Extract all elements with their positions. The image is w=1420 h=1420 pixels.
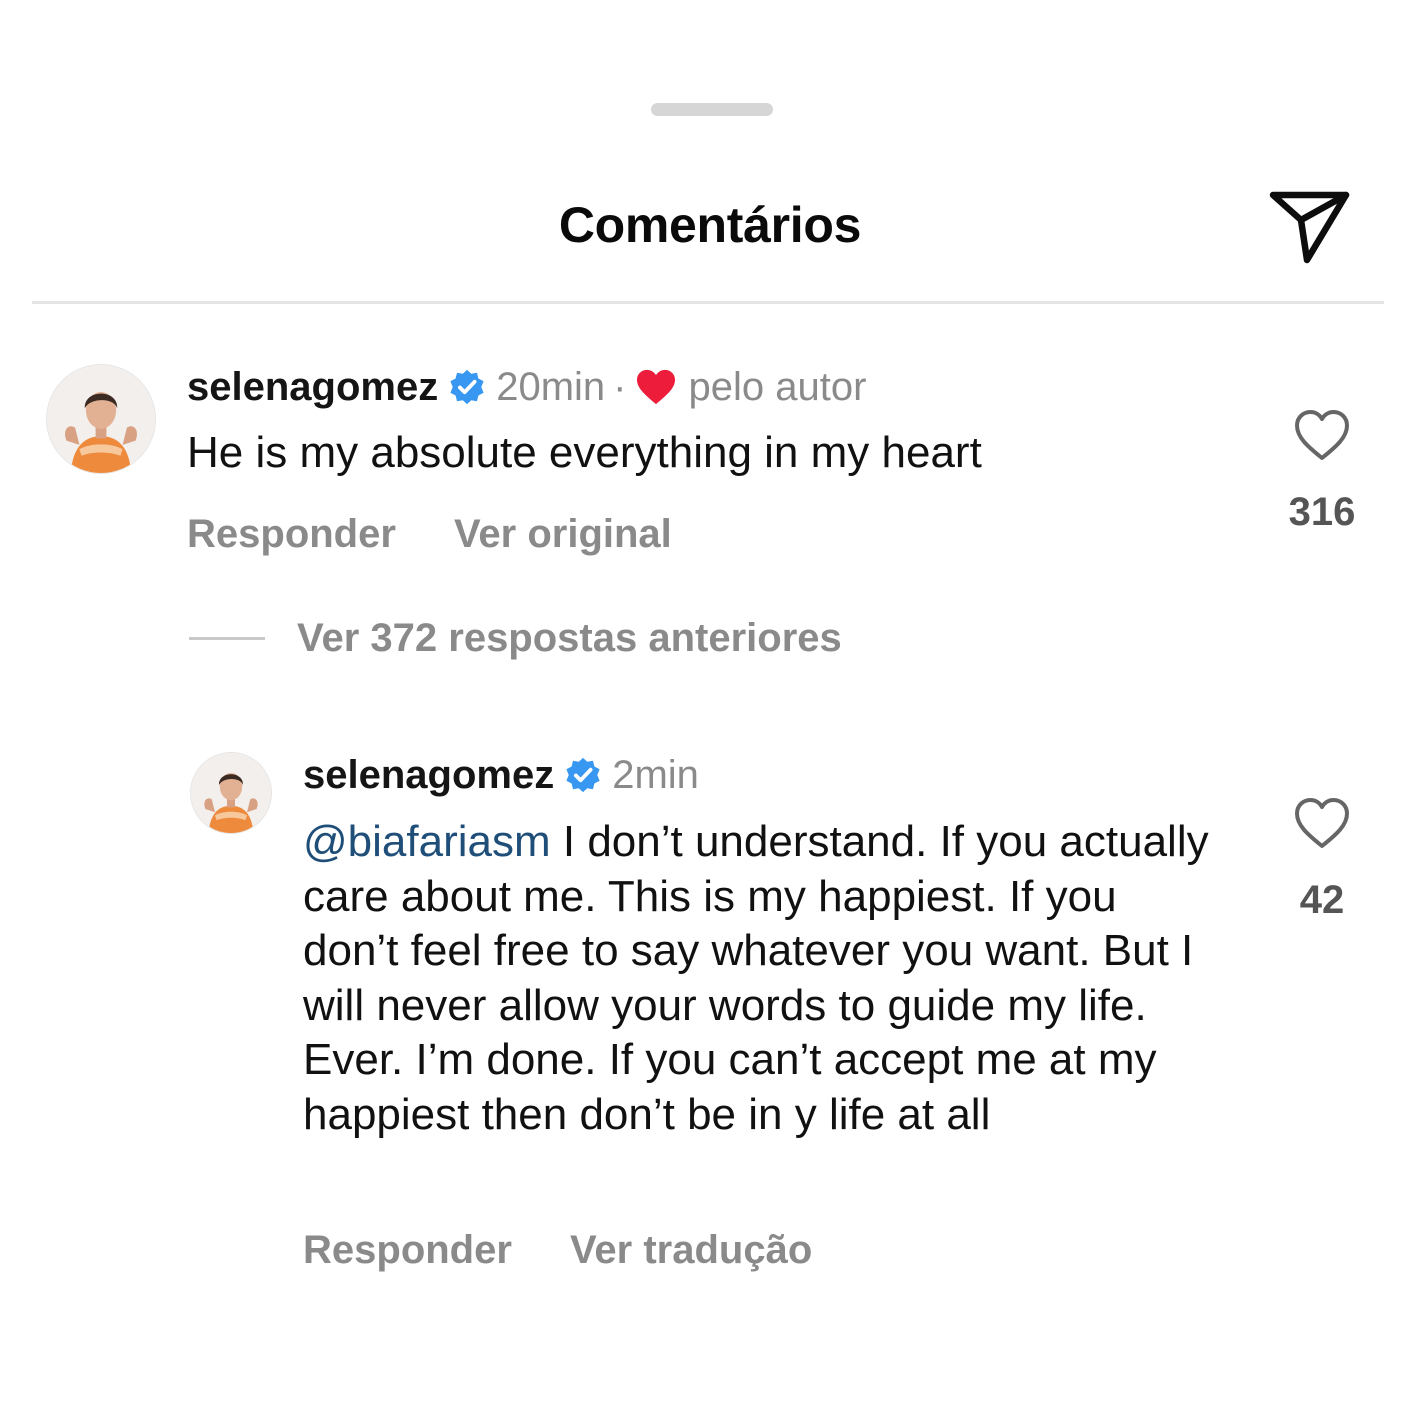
verified-badge-icon <box>448 368 486 406</box>
reply-like-column: 42 <box>1262 796 1382 923</box>
liked-by-author-label: pelo autor <box>688 365 867 409</box>
meta-separator: · <box>613 365 627 409</box>
like-button[interactable] <box>1293 408 1351 462</box>
comment-time: 20min <box>496 365 606 409</box>
reply-actions: Responder Ver tradução <box>303 1228 812 1273</box>
like-count: 42 <box>1299 878 1345 922</box>
reply-meta: selenagomez 2min <box>303 752 699 798</box>
view-previous-replies-button[interactable]: Ver 372 respostas anteriores <box>189 616 842 661</box>
profile-photo <box>191 753 271 833</box>
view-original-button[interactable]: Ver original <box>454 512 672 557</box>
reply-avatar[interactable] <box>190 752 272 834</box>
verified-badge-icon <box>564 756 602 794</box>
comment-text: He is my absolute everything in my heart <box>187 428 982 477</box>
comment-actions: Responder Ver original <box>187 512 672 557</box>
share-button[interactable] <box>1266 186 1352 266</box>
heart-outline-icon <box>1295 410 1349 460</box>
like-count: 316 <box>1288 490 1356 534</box>
like-button[interactable] <box>1293 796 1351 850</box>
mention-link[interactable]: @biafariasm <box>303 817 551 866</box>
reply-button[interactable]: Responder <box>187 512 396 557</box>
view-previous-replies-label: Ver 372 respostas anteriores <box>297 616 842 660</box>
reply-username[interactable]: selenagomez <box>303 752 554 798</box>
see-translation-button[interactable]: Ver tradução <box>570 1228 812 1273</box>
heart-outline-icon <box>1295 798 1349 848</box>
comment-meta: selenagomez 20min · pelo autor <box>187 364 866 410</box>
author-liked-heart-icon <box>635 368 677 406</box>
reply-text: @biafariasm I don’t understand. If you a… <box>303 815 1223 1142</box>
reply-thread-line <box>189 637 265 640</box>
header-divider <box>32 301 1384 304</box>
username[interactable]: selenagomez <box>187 364 438 410</box>
sheet-drag-handle[interactable] <box>651 103 773 116</box>
profile-photo <box>47 365 155 473</box>
avatar[interactable] <box>46 364 156 474</box>
sheet-title: Comentários <box>558 197 862 253</box>
send-paper-plane-icon <box>1269 191 1350 264</box>
reply-time: 2min <box>612 753 699 797</box>
comment-like-column: 316 <box>1262 408 1382 535</box>
reply-button[interactable]: Responder <box>303 1228 512 1273</box>
